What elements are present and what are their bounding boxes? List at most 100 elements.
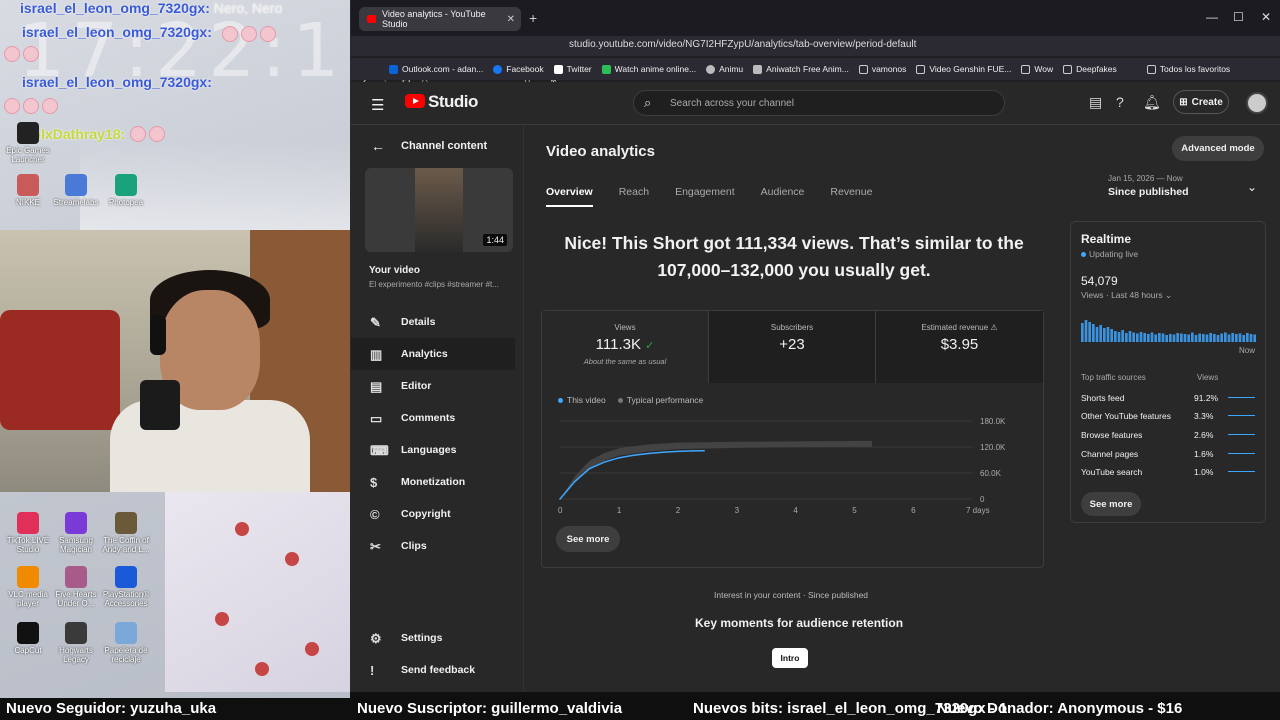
realtime-bar [1147, 334, 1150, 342]
legend-typical: Typical performance [617, 395, 703, 405]
channel-content-title[interactable]: Channel content [401, 140, 487, 152]
kpi-subscribers[interactable]: Subscribers +23 [709, 311, 876, 383]
scissors-icon: ✂ [370, 539, 381, 554]
sidebar-item-clips[interactable]: ✂ Clips [351, 530, 523, 562]
bookmark-item[interactable]: Outlook.com - adan... [389, 64, 483, 74]
period-selector[interactable]: Since published [1108, 186, 1189, 198]
bookmark-folder[interactable]: Wow [1021, 64, 1053, 74]
gear-icon: ⚙ [370, 631, 382, 646]
desktop-icon[interactable]: Photopea [98, 174, 154, 207]
intro-chip[interactable]: Intro [772, 648, 808, 668]
bookmark-folder[interactable]: vamonos [858, 64, 906, 74]
sources-header: Top traffic sources [1081, 373, 1146, 382]
notifications-icon[interactable]: 🔔︎ [1143, 94, 1161, 111]
search-icon: ⌕ [644, 95, 652, 110]
tab-audience[interactable]: Audience [761, 186, 805, 207]
bookmark-item[interactable]: Facebook [493, 64, 544, 74]
chat-user: israel_el_leon_omg_7320gx: [22, 24, 212, 40]
browser-tab[interactable]: Video analytics - YouTube Studio ✕ [359, 7, 521, 31]
kpi-revenue[interactable]: Estimated revenue ⚠ $3.95 [876, 311, 1043, 383]
this-video-point [588, 467, 591, 470]
close-window-icon[interactable]: ✕ [1261, 10, 1271, 24]
y-tick-label: 60.0K [980, 469, 1002, 478]
tab-revenue[interactable]: Revenue [830, 186, 872, 207]
realtime-bar [1213, 334, 1216, 342]
sidebar-menu: ✎ Details ▥ Analytics ▤ Editor ▭ Comments ⌨ L… [351, 306, 523, 562]
x-tick-label: 3 [735, 506, 740, 515]
chevron-down-icon[interactable]: ⌄ [1247, 180, 1257, 194]
this-video-point [618, 457, 620, 459]
microphone [140, 380, 180, 430]
webcam-feed [0, 230, 350, 492]
kpi-views[interactable]: Views 111.3K ✓ About the same as usual [542, 311, 709, 383]
desktop-icon[interactable]: Papelera de reciclaje [98, 622, 154, 664]
sidebar-item-copyright[interactable]: © Copyright [351, 498, 523, 530]
realtime-bar [1154, 334, 1157, 342]
close-tab-icon[interactable]: ✕ [507, 14, 515, 25]
bookmark-folder[interactable]: Deepfakes [1063, 64, 1117, 74]
minimize-icon[interactable]: — [1206, 10, 1218, 24]
bookmark-folder[interactable]: Video Genshin FUE... [916, 64, 1011, 74]
realtime-see-more-button[interactable]: See more [1081, 492, 1141, 516]
ticker-donation: Nuevo Donador: Anonymous - $16 [937, 700, 1183, 717]
chat-emotes [130, 126, 165, 142]
this-video-point [559, 498, 561, 500]
ticker-follower: Nuevo Seguidor: yuzuha_uka [6, 700, 217, 717]
bookmark-item[interactable]: Aniwatch Free Anim... [753, 64, 849, 74]
page-title: Video analytics [546, 143, 655, 160]
stream-overlay: 17:22:17 israel_el_leon_omg_7320gx: Nero… [0, 0, 350, 720]
realtime-bar [1161, 333, 1165, 342]
sidebar-item-languages[interactable]: ⌨ Languages [351, 434, 523, 466]
menu-icon[interactable]: ☰ [371, 96, 384, 114]
video-thumbnail[interactable]: 1:44 [365, 168, 513, 252]
avatar[interactable] [1246, 92, 1268, 114]
desktop-icon[interactable]: PlayStation® Accessories [98, 566, 154, 608]
youtube-logo-icon[interactable] [405, 94, 425, 108]
desktop-icon[interactable]: Hogwarts Legacy [48, 622, 104, 664]
help-icon[interactable]: ? [1116, 94, 1124, 110]
realtime-bar [1246, 333, 1249, 342]
realtime-views-label[interactable]: Views · Last 48 hours ⌄ [1081, 290, 1172, 301]
sidebar-item-editor[interactable]: ▤ Editor [351, 370, 523, 402]
desktop-icon[interactable]: Samsung Magician [48, 512, 104, 554]
desktop-icon[interactable]: Five Hearts Under O... [48, 566, 104, 608]
studio-logo-text[interactable]: Studio [428, 92, 478, 112]
captions-icon[interactable]: ▤ [1089, 94, 1102, 111]
desktop-icon[interactable]: The Coffin of Andy and L... [98, 512, 154, 554]
realtime-bar [1114, 331, 1117, 342]
realtime-bar [1092, 324, 1095, 342]
views-header: Views [1197, 373, 1219, 382]
bookmark-item[interactable]: Twitter [553, 64, 592, 74]
sidebar-item-settings[interactable]: ⚙ Settings [351, 622, 523, 654]
advanced-mode-button[interactable]: Advanced mode [1172, 136, 1264, 161]
back-arrow-icon[interactable]: ← [371, 138, 385, 154]
bookmark-folder[interactable]: Todos los favoritos [1146, 64, 1230, 74]
realtime-bar [1084, 320, 1088, 342]
analytics-icon: ▥ [370, 347, 383, 362]
sidebar-item-comments[interactable]: ▭ Comments [351, 402, 523, 434]
bookmark-item[interactable]: Animu [706, 64, 743, 74]
tab-overview[interactable]: Overview [546, 186, 593, 207]
create-button[interactable]: ⊞ Create [1173, 90, 1229, 114]
see-more-button[interactable]: See more [556, 526, 620, 552]
new-tab-icon[interactable]: + [529, 10, 537, 26]
realtime-bar [1183, 334, 1187, 342]
sidebar-item-details[interactable]: ✎ Details [351, 306, 523, 338]
bookmark-item[interactable]: Watch anime online... [601, 64, 696, 74]
bookmarks-bar: Outlook.com - adan... Facebook Twitter W… [351, 58, 1280, 80]
realtime-bar [1209, 333, 1212, 342]
sidebar-item-analytics[interactable]: ▥ Analytics [351, 338, 515, 370]
desktop-icon[interactable]: Streamelabs [48, 174, 104, 207]
url-field[interactable]: studio.youtube.com/video/NG7I2HFZypU/ana… [569, 39, 916, 50]
sidebar-item-feedback[interactable]: ! Send feedback [351, 654, 523, 686]
sidebar-item-monetization[interactable]: $ Monetization [351, 466, 523, 498]
desktop-icon[interactable]: Epic Games Launcher [0, 122, 56, 164]
maximize-icon[interactable]: ☐ [1233, 10, 1244, 24]
youtube-icon [367, 15, 377, 23]
search-input[interactable]: ⌕ Search across your channel [633, 90, 1005, 116]
performance-headline: Nice! This Short got 111,334 views. That… [564, 233, 1024, 280]
period-range[interactable]: Jan 15, 2026 — Now [1108, 174, 1183, 183]
tab-engagement[interactable]: Engagement [675, 186, 735, 207]
traffic-source-row: Channel pages 1.6% [1081, 446, 1257, 462]
tab-reach[interactable]: Reach [619, 186, 649, 207]
